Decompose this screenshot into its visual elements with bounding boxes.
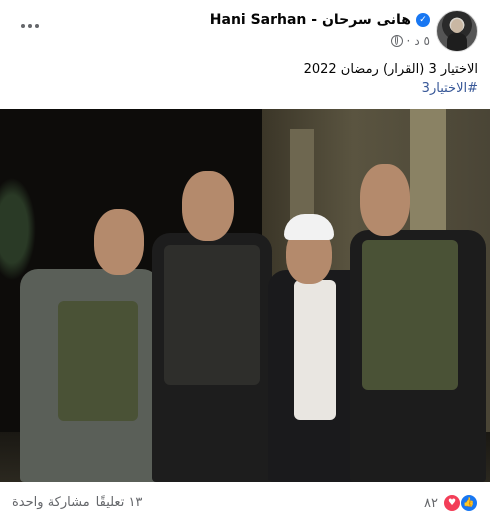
person-head [94,209,144,275]
person-shirt [294,280,336,420]
more-options-button[interactable] [18,16,42,36]
comments-count[interactable]: ١٣ تعليقًا [96,495,143,510]
verified-badge-icon: ✓ [416,13,430,27]
person-vest [164,245,260,385]
avatar-body [447,33,467,51]
shares-count[interactable]: مشاركة واحدة [12,495,90,510]
globe-icon [390,35,403,47]
love-reaction-icon: ♥ [443,494,461,512]
post-header: Hani Sarhan - هانى سرحان ✓ ٥ د · [0,6,490,56]
post-caption: الاختيار 3 (القرار) رمضان 2022 #الاختيار… [304,60,478,98]
author-row: Hani Sarhan - هانى سرحان ✓ [210,12,430,28]
separator-dot: · [406,34,411,48]
person-vest [58,301,138,421]
avatar-head [451,19,463,33]
hashtag-link[interactable]: #الاختيار3 [304,79,478,98]
reactions-summary[interactable]: 👍 ♥ ٨٢ [424,494,478,512]
person-head [182,171,234,241]
caption-text: الاختيار 3 (القرار) رمضان 2022 [303,62,478,77]
dot-icon [28,24,32,28]
author-name[interactable]: Hani Sarhan - هانى سرحان [210,12,411,28]
person-head [360,164,410,236]
person-vest [362,240,458,390]
reactions-count: ٨٢ [424,495,438,511]
like-reaction-icon: 👍 [460,494,478,512]
photo-person-2 [140,169,280,482]
facebook-post: Hani Sarhan - هانى سرحان ✓ ٥ د · الاختيا… [0,0,490,516]
engagement-stats: ١٣ تعليقًا مشاركة واحدة [12,495,142,510]
person-cap [284,214,334,240]
post-photo[interactable] [0,109,490,482]
dot-icon [35,24,39,28]
timestamp[interactable]: ٥ د [414,34,430,48]
avatar[interactable] [436,10,478,52]
dot-icon [21,24,25,28]
post-footer: 👍 ♥ ٨٢ ١٣ تعليقًا مشاركة واحدة [0,486,490,516]
post-meta: ٥ د · [390,34,430,48]
photo-person-4 [344,164,490,482]
